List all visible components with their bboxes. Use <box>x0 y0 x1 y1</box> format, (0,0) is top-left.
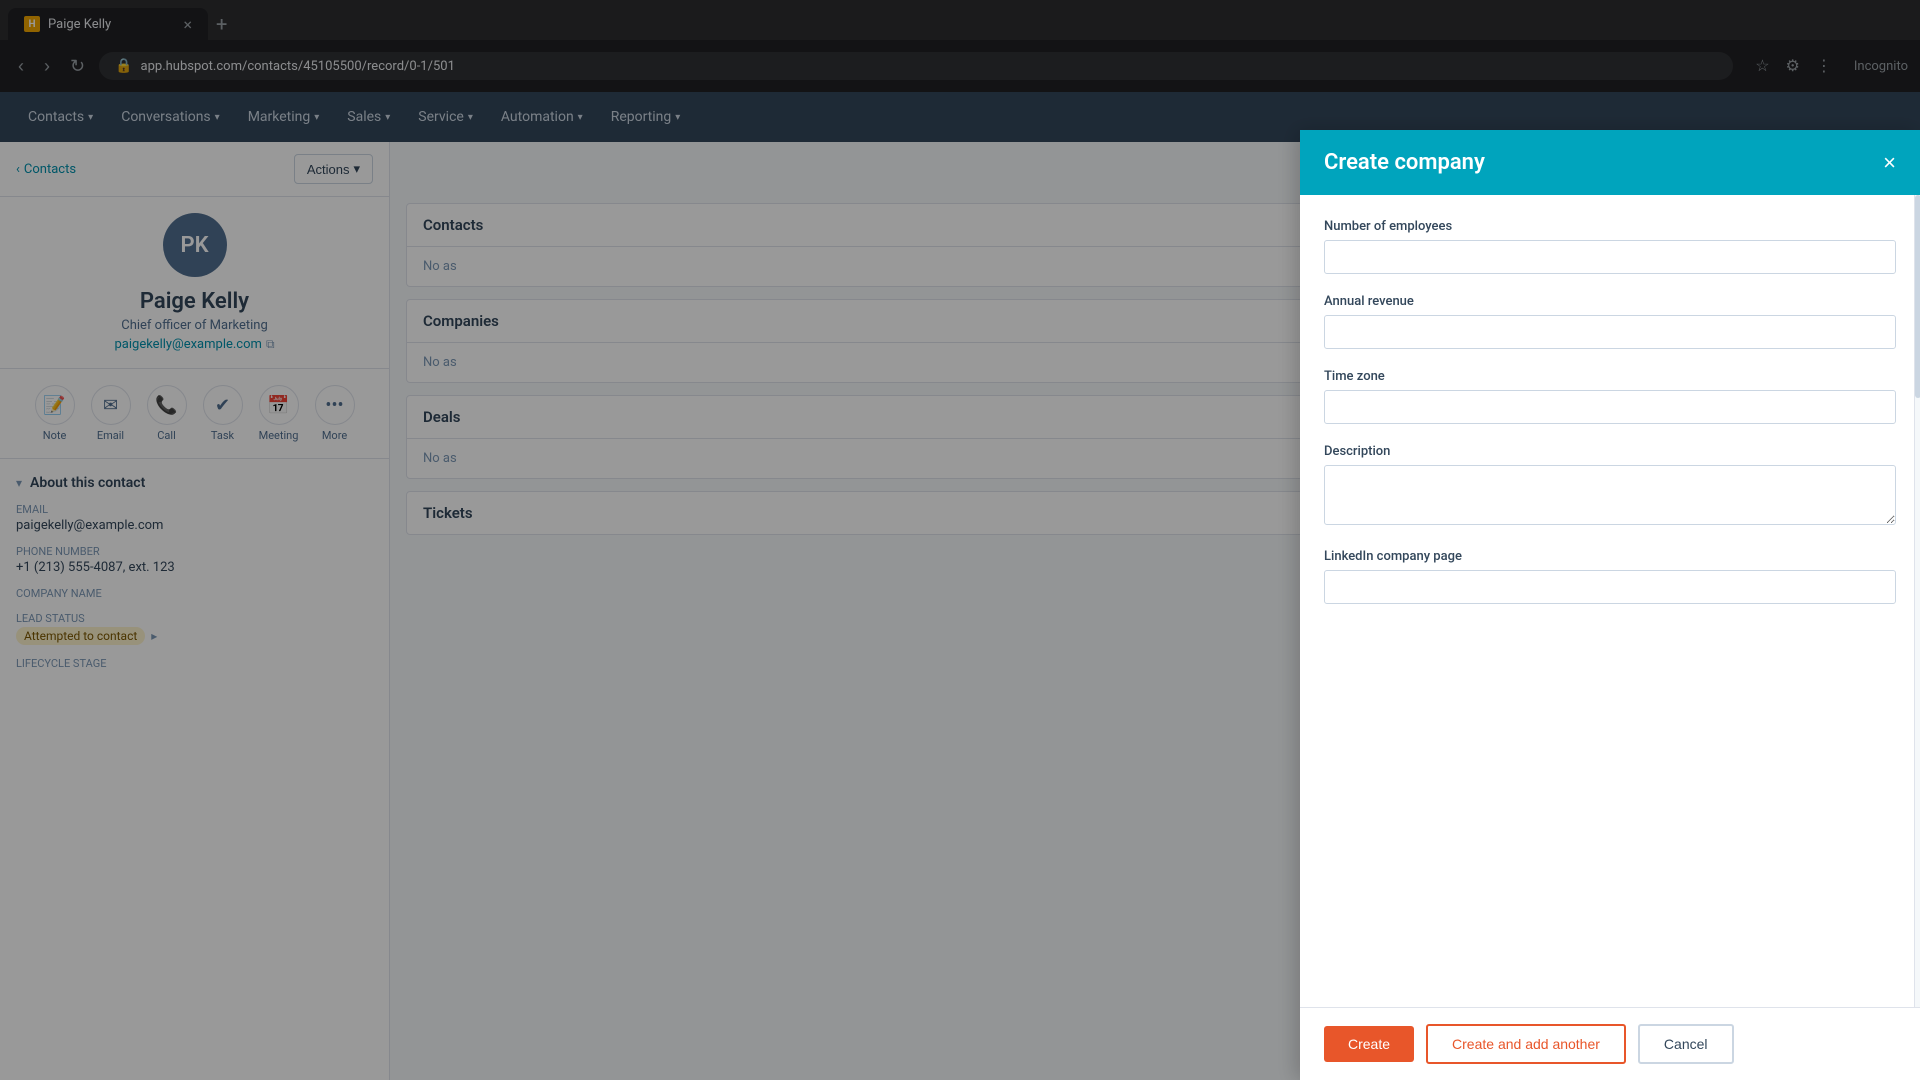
time-zone-group: Time zone <box>1324 369 1896 424</box>
annual-revenue-label: Annual revenue <box>1324 294 1896 309</box>
num-employees-label: Number of employees <box>1324 219 1896 234</box>
create-and-add-another-button[interactable]: Create and add another <box>1426 1024 1626 1064</box>
cancel-button[interactable]: Cancel <box>1638 1024 1734 1064</box>
modal-close-button[interactable]: × <box>1883 152 1896 174</box>
modal-title: Create company <box>1324 150 1485 175</box>
linkedin-input[interactable] <box>1324 570 1896 604</box>
num-employees-input[interactable] <box>1324 240 1896 274</box>
annual-revenue-input[interactable] <box>1324 315 1896 349</box>
modal-body: Number of employees Annual revenue Time … <box>1300 195 1920 1007</box>
time-zone-input[interactable] <box>1324 390 1896 424</box>
description-group: Description <box>1324 444 1896 529</box>
create-button[interactable]: Create <box>1324 1026 1414 1062</box>
linkedin-label: LinkedIn company page <box>1324 549 1896 564</box>
scroll-thumb <box>1915 195 1920 398</box>
linkedin-group: LinkedIn company page <box>1324 549 1896 604</box>
description-label: Description <box>1324 444 1896 459</box>
modal-footer: Create Create and add another Cancel <box>1300 1007 1920 1080</box>
scroll-track <box>1914 195 1920 1007</box>
num-employees-group: Number of employees <box>1324 219 1896 274</box>
annual-revenue-group: Annual revenue <box>1324 294 1896 349</box>
time-zone-label: Time zone <box>1324 369 1896 384</box>
description-input[interactable] <box>1324 465 1896 525</box>
modal-header: Create company × <box>1300 130 1920 195</box>
create-company-modal: Create company × Number of employees Ann… <box>1300 130 1920 1080</box>
